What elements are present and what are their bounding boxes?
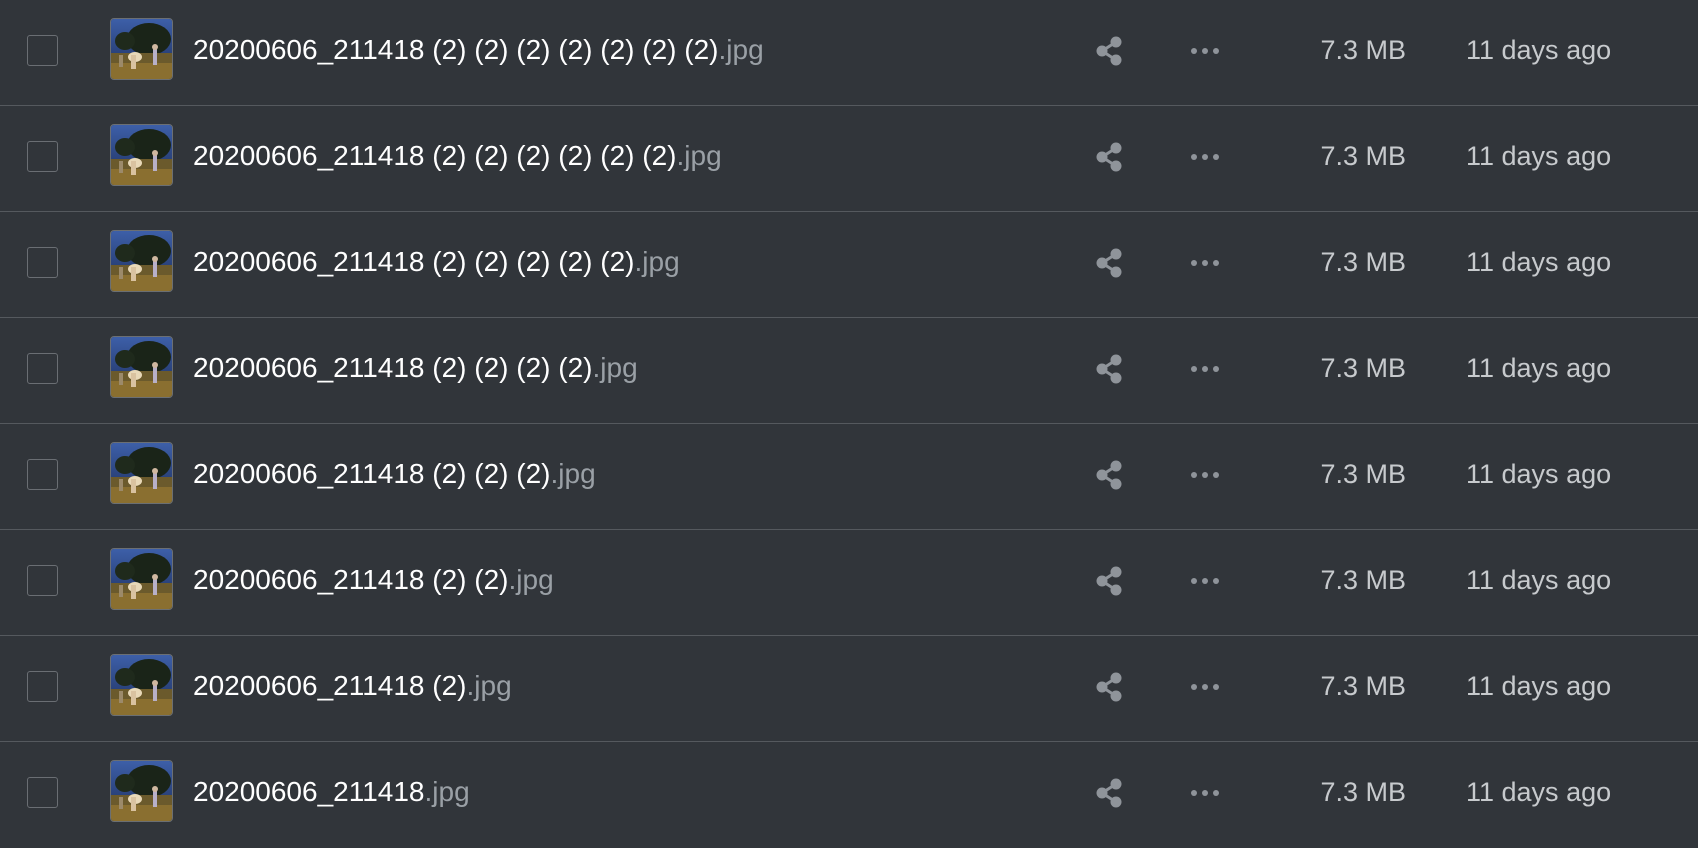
file-row[interactable]: 20200606_211418 (2) (2) (2) (2).jpg 7.3 …: [0, 318, 1698, 424]
file-name[interactable]: 20200606_211418 (2) (2) (2) (2) (2) (2) …: [193, 0, 764, 100]
row-checkbox[interactable]: [27, 777, 58, 808]
more-horizontal-icon[interactable]: [1188, 356, 1222, 382]
file-extension: .jpg: [634, 246, 680, 277]
file-size: 7.3 MB: [1320, 35, 1406, 65]
share-icon[interactable]: [1093, 671, 1125, 703]
file-list: 20200606_211418 (2) (2) (2) (2) (2) (2) …: [0, 0, 1698, 848]
row-checkbox[interactable]: [27, 141, 58, 172]
row-checkbox[interactable]: [27, 35, 58, 66]
file-extension: .jpg: [508, 564, 554, 595]
file-thumbnail[interactable]: [110, 442, 173, 504]
file-row[interactable]: 20200606_211418.jpg 7.3 MB 11 days ago: [0, 742, 1698, 848]
file-basename: 20200606_211418 (2): [193, 670, 467, 701]
file-basename: 20200606_211418 (2) (2) (2) (2) (2) (2): [193, 140, 677, 171]
share-icon[interactable]: [1093, 247, 1125, 279]
file-basename: 20200606_211418 (2) (2): [193, 564, 509, 595]
file-modified-date: 11 days ago: [1466, 777, 1612, 807]
file-modified-date: 11 days ago: [1466, 459, 1612, 489]
file-modified-date: 11 days ago: [1466, 565, 1612, 595]
file-modified-date: 11 days ago: [1466, 141, 1612, 171]
file-modified-date: 11 days ago: [1466, 353, 1612, 383]
share-icon[interactable]: [1093, 565, 1125, 597]
file-name[interactable]: 20200606_211418 (2).jpg: [193, 636, 512, 736]
file-size: 7.3 MB: [1320, 353, 1406, 383]
file-thumbnail[interactable]: [110, 230, 173, 292]
file-basename: 20200606_211418 (2) (2) (2): [193, 458, 551, 489]
file-size: 7.3 MB: [1320, 671, 1406, 701]
file-name[interactable]: 20200606_211418 (2) (2) (2) (2) (2).jpg: [193, 212, 680, 312]
file-extension: .jpg: [718, 34, 764, 65]
file-basename: 20200606_211418: [193, 776, 425, 807]
file-thumbnail[interactable]: [110, 124, 173, 186]
file-extension: .jpg: [592, 352, 638, 383]
file-row[interactable]: 20200606_211418 (2).jpg 7.3 MB 11 days a…: [0, 636, 1698, 742]
more-horizontal-icon[interactable]: [1188, 674, 1222, 700]
file-size: 7.3 MB: [1320, 459, 1406, 489]
more-horizontal-icon[interactable]: [1188, 780, 1222, 806]
file-row[interactable]: 20200606_211418 (2) (2) (2) (2) (2) (2).…: [0, 106, 1698, 212]
more-horizontal-icon[interactable]: [1188, 250, 1222, 276]
share-icon[interactable]: [1093, 459, 1125, 491]
file-thumbnail[interactable]: [110, 18, 173, 80]
row-checkbox[interactable]: [27, 565, 58, 596]
file-name[interactable]: 20200606_211418 (2) (2) (2) (2) (2) (2).…: [193, 106, 722, 206]
file-name[interactable]: 20200606_211418 (2) (2) (2) (2).jpg: [193, 318, 638, 418]
file-extension: .jpg: [550, 458, 596, 489]
file-row[interactable]: 20200606_211418 (2) (2) (2) (2) (2) (2) …: [0, 0, 1698, 106]
more-horizontal-icon[interactable]: [1188, 38, 1222, 64]
share-icon[interactable]: [1093, 35, 1125, 67]
file-extension: .jpg: [424, 776, 470, 807]
file-basename: 20200606_211418 (2) (2) (2) (2) (2) (2) …: [193, 34, 719, 65]
file-name[interactable]: 20200606_211418.jpg: [193, 742, 470, 842]
row-checkbox[interactable]: [27, 353, 58, 384]
file-thumbnail[interactable]: [110, 760, 173, 822]
file-row[interactable]: 20200606_211418 (2) (2) (2).jpg 7.3 MB 1…: [0, 424, 1698, 530]
more-horizontal-icon[interactable]: [1188, 144, 1222, 170]
file-extension: .jpg: [466, 670, 512, 701]
file-modified-date: 11 days ago: [1466, 35, 1612, 65]
file-size: 7.3 MB: [1320, 141, 1406, 171]
share-icon[interactable]: [1093, 353, 1125, 385]
file-size: 7.3 MB: [1320, 777, 1406, 807]
file-size: 7.3 MB: [1320, 565, 1406, 595]
share-icon[interactable]: [1093, 777, 1125, 809]
file-modified-date: 11 days ago: [1466, 247, 1612, 277]
file-extension: .jpg: [676, 140, 722, 171]
file-size: 7.3 MB: [1320, 247, 1406, 277]
row-checkbox[interactable]: [27, 247, 58, 278]
file-thumbnail[interactable]: [110, 336, 173, 398]
file-thumbnail[interactable]: [110, 548, 173, 610]
file-row[interactable]: 20200606_211418 (2) (2) (2) (2) (2).jpg …: [0, 212, 1698, 318]
file-basename: 20200606_211418 (2) (2) (2) (2): [193, 352, 593, 383]
row-checkbox[interactable]: [27, 459, 58, 490]
file-thumbnail[interactable]: [110, 654, 173, 716]
more-horizontal-icon[interactable]: [1188, 568, 1222, 594]
row-checkbox[interactable]: [27, 671, 58, 702]
file-row[interactable]: 20200606_211418 (2) (2).jpg 7.3 MB 11 da…: [0, 530, 1698, 636]
more-horizontal-icon[interactable]: [1188, 462, 1222, 488]
file-name[interactable]: 20200606_211418 (2) (2) (2).jpg: [193, 424, 596, 524]
file-modified-date: 11 days ago: [1466, 671, 1612, 701]
file-basename: 20200606_211418 (2) (2) (2) (2) (2): [193, 246, 635, 277]
file-name[interactable]: 20200606_211418 (2) (2).jpg: [193, 530, 554, 630]
share-icon[interactable]: [1093, 141, 1125, 173]
